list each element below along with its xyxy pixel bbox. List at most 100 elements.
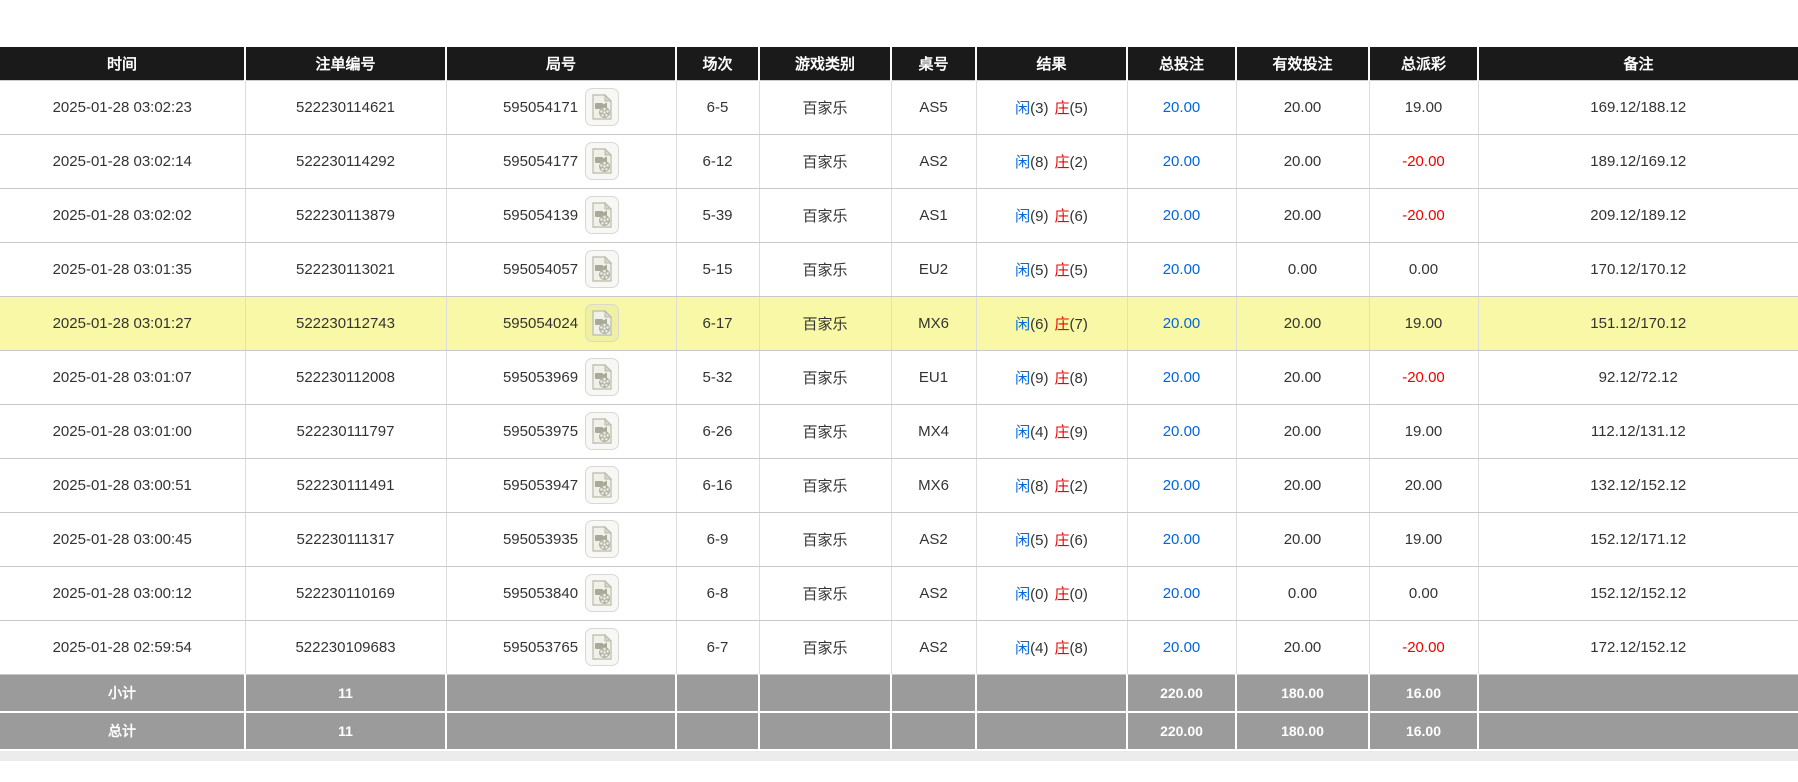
total-bet-cell: 20.00 (1127, 404, 1236, 458)
column-header-round_id: 局号 (446, 47, 676, 80)
summary-round-cell (446, 674, 676, 712)
banker-result-score: (2) (1070, 478, 1088, 495)
video-replay-icon[interactable] (585, 520, 619, 558)
total-bet-link[interactable]: 20.00 (1163, 639, 1201, 656)
valid-bet-cell: 20.00 (1236, 134, 1369, 188)
table-row: 2025-01-28 03:00:51 522230111491 5950539… (0, 458, 1798, 512)
player-result-score: (8) (1030, 154, 1048, 171)
game-type-cell: 百家乐 (759, 458, 891, 512)
column-header-remark: 备注 (1478, 47, 1798, 80)
time-cell: 2025-01-28 02:59:54 (0, 620, 245, 674)
result-cell: 闲(4)庄(8) (976, 620, 1127, 674)
session-cell: 5-15 (676, 242, 759, 296)
bet-history-table: 时间注单编号局号场次游戏类别桌号结果总投注有效投注总派彩备注 2025-01-2… (0, 47, 1798, 751)
total-bet-cell: 20.00 (1127, 188, 1236, 242)
total-bet-link[interactable]: 20.00 (1163, 99, 1201, 116)
result-cell: 闲(4)庄(9) (976, 404, 1127, 458)
payout-cell: 19.00 (1369, 296, 1478, 350)
column-header-game_type: 游戏类别 (759, 47, 891, 80)
banker-result-score: (8) (1070, 370, 1088, 387)
table-row: 2025-01-28 03:00:12 522230110169 5950538… (0, 566, 1798, 620)
game-type-cell: 百家乐 (759, 80, 891, 134)
total-bet-cell: 20.00 (1127, 566, 1236, 620)
table-row: 2025-01-28 03:01:00 522230111797 5950539… (0, 404, 1798, 458)
bet-id-cell: 522230111797 (245, 404, 446, 458)
total-bet-link[interactable]: 20.00 (1163, 423, 1201, 440)
total-bet-link[interactable]: 20.00 (1163, 531, 1201, 548)
video-replay-icon[interactable] (585, 358, 619, 396)
time-cell: 2025-01-28 03:01:35 (0, 242, 245, 296)
video-replay-icon[interactable] (585, 250, 619, 288)
video-replay-icon[interactable] (585, 88, 619, 126)
total-bet-link[interactable]: 20.00 (1163, 369, 1201, 386)
total-bet-cell: 20.00 (1127, 512, 1236, 566)
video-replay-icon[interactable] (585, 196, 619, 234)
banker-result-label: 庄 (1055, 316, 1070, 333)
table-no-cell: AS2 (891, 134, 976, 188)
video-replay-icon[interactable] (585, 304, 619, 342)
player-result-score: (6) (1030, 316, 1048, 333)
result-cell: 闲(0)庄(0) (976, 566, 1127, 620)
player-result-score: (9) (1030, 370, 1048, 387)
video-replay-icon[interactable] (585, 142, 619, 180)
round-id-cell: 595054057 (446, 242, 676, 296)
total-bet-link[interactable]: 20.00 (1163, 477, 1201, 494)
banker-result-score: (6) (1070, 208, 1088, 225)
round-id-value: 595053840 (503, 585, 578, 602)
video-replay-icon[interactable] (585, 628, 619, 666)
session-cell: 6-8 (676, 566, 759, 620)
table-header: 时间注单编号局号场次游戏类别桌号结果总投注有效投注总派彩备注 (0, 47, 1798, 80)
valid-bet-cell: 20.00 (1236, 458, 1369, 512)
round-id-value: 595054171 (503, 99, 578, 116)
table-no-cell: AS1 (891, 188, 976, 242)
video-replay-icon[interactable] (585, 466, 619, 504)
total-bet-link[interactable]: 20.00 (1163, 261, 1201, 278)
table-header-row: 时间注单编号局号场次游戏类别桌号结果总投注有效投注总派彩备注 (0, 47, 1798, 80)
banker-result-label: 庄 (1055, 208, 1070, 225)
total-bet-link[interactable]: 20.00 (1163, 153, 1201, 170)
valid-bet-cell: 20.00 (1236, 80, 1369, 134)
player-result-score: (8) (1030, 478, 1048, 495)
valid-bet-cell: 20.00 (1236, 188, 1369, 242)
player-result-score: (3) (1030, 100, 1048, 117)
column-header-session: 场次 (676, 47, 759, 80)
round-id-cell: 595054177 (446, 134, 676, 188)
bet-id-cell: 522230112008 (245, 350, 446, 404)
total-bet-link[interactable]: 20.00 (1163, 585, 1201, 602)
result-cell: 闲(5)庄(5) (976, 242, 1127, 296)
payout-cell: -20.00 (1369, 134, 1478, 188)
table-row: 2025-01-28 03:02:14 522230114292 5950541… (0, 134, 1798, 188)
result-cell: 闲(6)庄(7) (976, 296, 1127, 350)
game-type-cell: 百家乐 (759, 512, 891, 566)
banker-result-label: 庄 (1055, 100, 1070, 117)
total-bet-link[interactable]: 20.00 (1163, 207, 1201, 224)
game-type-cell: 百家乐 (759, 620, 891, 674)
time-cell: 2025-01-28 03:02:23 (0, 80, 245, 134)
session-cell: 5-39 (676, 188, 759, 242)
remark-cell: 209.12/189.12 (1478, 188, 1798, 242)
summary-total-bet-cell: 220.00 (1127, 674, 1236, 712)
table-no-cell: AS2 (891, 566, 976, 620)
player-result-label: 闲 (1015, 478, 1030, 495)
total-bet-cell: 20.00 (1127, 350, 1236, 404)
remark-cell: 132.12/152.12 (1478, 458, 1798, 512)
round-id-value: 595054024 (503, 315, 578, 332)
remark-cell: 152.12/171.12 (1478, 512, 1798, 566)
total-bet-link[interactable]: 20.00 (1163, 315, 1201, 332)
video-replay-icon[interactable] (585, 412, 619, 450)
banker-result-score: (5) (1070, 100, 1088, 117)
round-id-value: 595053969 (503, 369, 578, 386)
column-header-payout: 总派彩 (1369, 47, 1478, 80)
round-id-cell: 595053935 (446, 512, 676, 566)
game-type-cell: 百家乐 (759, 188, 891, 242)
video-replay-icon[interactable] (585, 574, 619, 612)
total-bet-cell: 20.00 (1127, 80, 1236, 134)
bet-id-cell: 522230113879 (245, 188, 446, 242)
round-id-value: 595053947 (503, 477, 578, 494)
round-id-cell: 595053969 (446, 350, 676, 404)
round-id-cell: 595053947 (446, 458, 676, 512)
game-type-cell: 百家乐 (759, 566, 891, 620)
round-id-cell: 595053975 (446, 404, 676, 458)
session-cell: 6-7 (676, 620, 759, 674)
banker-result-score: (8) (1070, 640, 1088, 657)
